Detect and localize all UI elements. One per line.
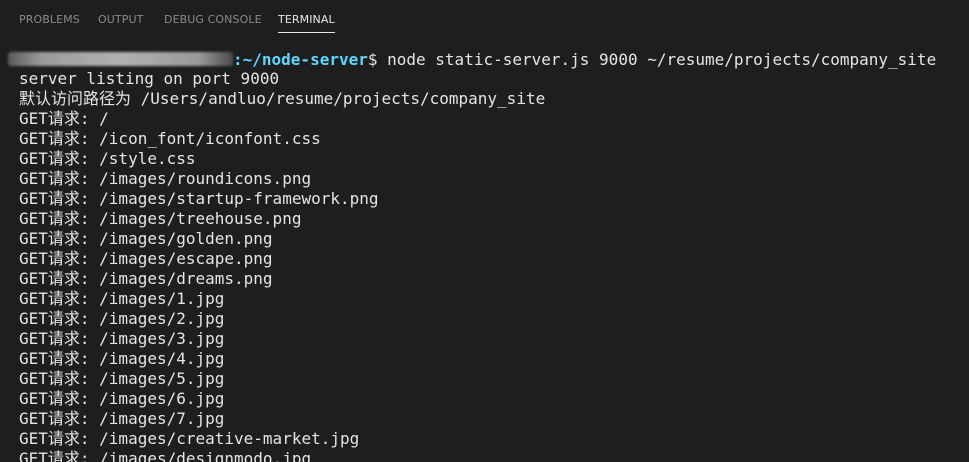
output-line: GET请求: /images/4.jpg	[19, 349, 225, 368]
output-line: GET请求: /images/3.jpg	[19, 329, 225, 348]
output-line: GET请求: /images/creative-market.jpg	[19, 429, 360, 448]
output-line: GET请求: /images/2.jpg	[19, 309, 225, 328]
tab-debug-console[interactable]: DEBUG CONSOLE	[164, 13, 262, 27]
panel-tab-bar: PROBLEMS OUTPUT DEBUG CONSOLE TERMINAL	[0, 0, 969, 40]
output-line: GET请求: /images/designmodo.jpg	[19, 449, 312, 462]
output-line: GET请求: /images/6.jpg	[19, 389, 225, 408]
redacted-username-host	[8, 52, 233, 66]
output-line: GET请求: /images/dreams.png	[19, 269, 273, 288]
output-line: GET请求: /images/escape.png	[19, 249, 273, 268]
tab-problems[interactable]: PROBLEMS	[19, 13, 80, 27]
active-tab-indicator	[278, 32, 335, 33]
tab-terminal-label: TERMINAL	[278, 13, 335, 26]
output-line: server listing on port 9000	[19, 69, 280, 88]
output-line: GET请求: /images/golden.png	[19, 229, 273, 248]
output-line: GET请求: /style.css	[19, 149, 196, 168]
prompt-symbol: $	[367, 50, 388, 69]
prompt-line: :~/node-server$ node static-server.js 90…	[8, 50, 936, 70]
terminal-output[interactable]: :~/node-server$ node static-server.js 90…	[0, 48, 969, 462]
tab-debug-console-label: DEBUG CONSOLE	[164, 13, 262, 26]
output-line: 默认访问路径为 /Users/andluo/resume/projects/co…	[19, 89, 546, 108]
tab-terminal[interactable]: TERMINAL	[278, 13, 335, 33]
tab-problems-label: PROBLEMS	[19, 13, 80, 26]
output-line: GET请求: /images/treehouse.png	[19, 209, 302, 228]
tab-output-label: OUTPUT	[98, 13, 144, 26]
output-line: GET请求: /images/7.jpg	[19, 409, 225, 428]
output-line: GET请求: /images/startup-framework.png	[19, 189, 379, 208]
prompt-command: node static-server.js 9000 ~/resume/proj…	[387, 50, 937, 69]
prompt-path: :~/node-server	[233, 50, 368, 69]
output-line: GET请求: /images/5.jpg	[19, 369, 225, 388]
terminal-panel: PROBLEMS OUTPUT DEBUG CONSOLE TERMINAL :…	[0, 0, 969, 462]
output-line: GET请求: /	[19, 109, 109, 128]
output-line: GET请求: /images/roundicons.png	[19, 169, 312, 188]
output-line: GET请求: /images/1.jpg	[19, 289, 225, 308]
tab-output[interactable]: OUTPUT	[98, 13, 143, 27]
output-line: GET请求: /icon_font/iconfont.css	[19, 129, 321, 148]
